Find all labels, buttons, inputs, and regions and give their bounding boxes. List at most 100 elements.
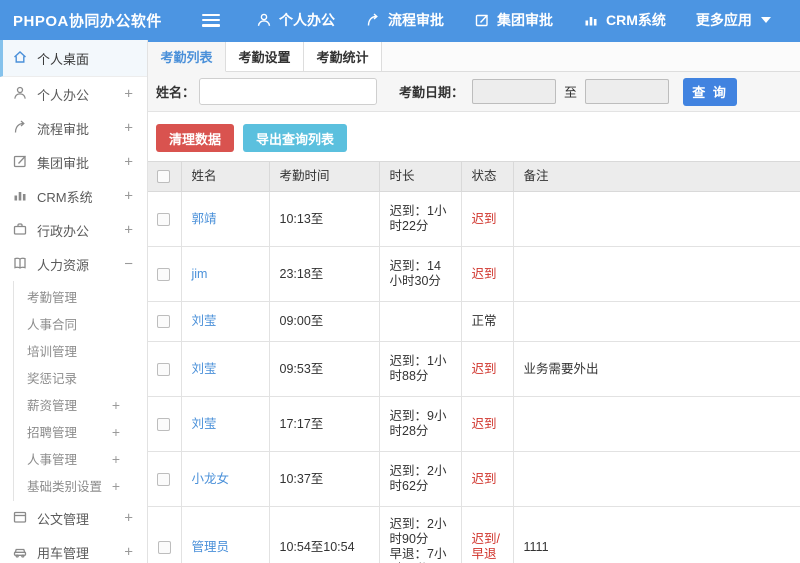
row-duration: 迟到：2小时62分 — [379, 451, 462, 507]
row-checkbox[interactable] — [157, 472, 170, 486]
row-remark — [513, 191, 800, 247]
row-status: 迟到 — [461, 246, 514, 302]
search-button[interactable]: 查 询 — [683, 77, 738, 106]
row-status: 迟到 — [461, 451, 514, 507]
row-duration: 迟到：1小时22分 — [379, 191, 462, 247]
attendance-table-body: 郭靖 10:13至 迟到：1小时22分 迟到 jim 23:18至 迟到：14小… — [148, 191, 800, 563]
expand-plus-icon[interactable]: + — [112, 424, 120, 440]
sidebar-item-group-approval[interactable]: 集团审批 + — [0, 145, 147, 179]
row-time: 10:54至10:54 — [269, 506, 380, 563]
expand-plus-icon[interactable]: + — [112, 451, 120, 467]
tab-bar: 考勤列表 考勤设置 考勤统计 — [148, 42, 800, 72]
row-checkbox[interactable] — [157, 212, 170, 226]
row-checkbox[interactable] — [157, 417, 170, 431]
process-icon — [12, 119, 28, 138]
row-checkbox[interactable] — [157, 362, 170, 376]
expand-plus-icon[interactable]: + — [124, 120, 133, 137]
row-remark: 1111 — [513, 506, 800, 563]
expand-plus-icon[interactable]: + — [124, 544, 133, 561]
name-label: 姓名： — [156, 85, 196, 100]
name-input[interactable] — [199, 78, 378, 105]
sidebar-item-human-resources[interactable]: 人力资源 − — [0, 247, 147, 281]
hamburger-menu-icon[interactable] — [202, 13, 220, 27]
row-checkbox[interactable] — [158, 540, 171, 554]
row-checkbox[interactable] — [157, 267, 170, 281]
row-name-link[interactable]: jim — [192, 267, 208, 281]
sidebar-subitem-base-category-settings[interactable]: 基础类别设置 + — [14, 472, 147, 499]
expand-plus-icon[interactable]: + — [112, 397, 120, 413]
sidebar-subitem-training-management[interactable]: 培训管理 — [14, 337, 147, 364]
app-logo: PHPOA协同办公软件 — [13, 12, 162, 30]
sidebar-item-document-management[interactable]: 公文管理 + — [0, 501, 147, 535]
row-status: 迟到/早退 — [461, 506, 514, 563]
process-icon — [365, 12, 381, 28]
row-name-link[interactable]: 管理员 — [192, 540, 230, 554]
expand-plus-icon[interactable]: + — [124, 154, 133, 171]
top-header: PHPOA协同办公软件 个人办公 流程审批 集团审批 CRM系统 更多应用 — [0, 0, 800, 40]
row-name-link[interactable]: 刘莹 — [192, 417, 217, 431]
collapse-minus-icon[interactable]: − — [124, 256, 133, 273]
row-name-link[interactable]: 小龙女 — [192, 472, 230, 486]
attendance-table-head: 姓名 考勤时间 时长 状态 备注 — [148, 161, 800, 192]
expand-plus-icon[interactable]: + — [124, 222, 133, 239]
expand-plus-icon[interactable]: + — [112, 478, 120, 494]
home-icon — [12, 49, 28, 68]
app-window: PHPOA协同办公软件 个人办公 流程审批 集团审批 CRM系统 更多应用 个人… — [0, 0, 800, 563]
edit-icon — [12, 153, 28, 172]
top-nav-item-process-approval[interactable]: 流程审批 — [365, 10, 444, 30]
table-row: 管理员 10:54至10:54 迟到：2小时90分 早退：7小时10分 迟到/早… — [148, 506, 800, 563]
date-from-input[interactable] — [472, 79, 557, 104]
sidebar-item-admin-office[interactable]: 行政办公 + — [0, 213, 147, 247]
row-name-link[interactable]: 刘莹 — [192, 314, 217, 328]
row-remark: 业务需要外出 — [513, 341, 800, 397]
export-list-button[interactable]: 导出查询列表 — [243, 124, 348, 152]
sidebar-item-personal-desktop[interactable]: 个人桌面 — [0, 40, 147, 77]
row-time: 10:13至 — [269, 191, 380, 247]
main-content: 考勤列表 考勤设置 考勤统计 姓名： 考勤日期： 至 查 询 清理数据 导出查询… — [148, 40, 800, 563]
sidebar-subitem-reward-punishment[interactable]: 奖惩记录 — [14, 364, 147, 391]
date-to-input[interactable] — [585, 79, 670, 104]
date-to-label: 至 — [564, 85, 578, 100]
row-duration: 迟到：1小时88分 — [379, 341, 462, 397]
table-row: 郭靖 10:13至 迟到：1小时22分 迟到 — [148, 191, 800, 247]
sidebar-item-crm[interactable]: CRM系统 + — [0, 179, 147, 213]
tab-attendance-list[interactable]: 考勤列表 — [148, 42, 226, 72]
sidebar-subitem-recruit-management[interactable]: 招聘管理 + — [14, 418, 147, 445]
sidebar-item-process-approval[interactable]: 流程审批 + — [0, 111, 147, 145]
expand-plus-icon[interactable]: + — [124, 510, 133, 527]
row-remark — [513, 396, 800, 452]
toolbar: 清理数据 导出查询列表 — [148, 112, 800, 161]
top-nav-item-crm[interactable]: CRM系统 — [583, 10, 666, 30]
table-row: jim 23:18至 迟到：14小时30分 迟到 — [148, 246, 800, 302]
row-name-link[interactable]: 刘莹 — [192, 362, 217, 376]
sidebar-subitem-hr-contract[interactable]: 人事合同 — [14, 310, 147, 337]
column-header-name: 姓名 — [181, 161, 270, 192]
column-header-remark: 备注 — [513, 161, 800, 192]
column-header-time: 考勤时间 — [269, 161, 380, 192]
top-nav-item-personal-office[interactable]: 个人办公 — [256, 10, 335, 30]
document-icon — [12, 509, 28, 528]
tab-attendance-settings[interactable]: 考勤设置 — [226, 42, 304, 71]
sidebar-item-personal-office[interactable]: 个人办公 + — [0, 77, 147, 111]
sidebar-hr-submenu: 考勤管理 人事合同 培训管理 奖惩记录 薪资管理 + 招聘管理 + 人事管理 + — [13, 281, 147, 501]
row-time: 09:53至 — [269, 341, 380, 397]
sidebar-subitem-attendance-management[interactable]: 考勤管理 — [14, 283, 147, 310]
caret-down-icon — [760, 17, 771, 23]
row-status: 正常 — [461, 301, 514, 342]
top-nav-item-more-apps[interactable]: 更多应用 — [696, 10, 771, 30]
expand-plus-icon[interactable]: + — [124, 86, 133, 103]
clean-data-button[interactable]: 清理数据 — [156, 124, 235, 152]
row-checkbox[interactable] — [157, 315, 170, 329]
row-name-link[interactable]: 郭靖 — [192, 212, 217, 226]
select-all-checkbox[interactable] — [157, 170, 170, 184]
expand-plus-icon[interactable]: + — [124, 188, 133, 205]
tab-attendance-statistics[interactable]: 考勤统计 — [304, 42, 382, 71]
column-header-duration: 时长 — [379, 161, 462, 192]
top-nav-item-group-approval[interactable]: 集团审批 — [474, 10, 553, 30]
column-header-status: 状态 — [461, 161, 514, 192]
sidebar-item-vehicle-management[interactable]: 用车管理 + — [0, 535, 147, 563]
sidebar-subitem-salary-management[interactable]: 薪资管理 + — [14, 391, 147, 418]
car-icon — [12, 543, 28, 562]
sidebar-subitem-personnel-management[interactable]: 人事管理 + — [14, 445, 147, 472]
row-remark — [513, 246, 800, 302]
